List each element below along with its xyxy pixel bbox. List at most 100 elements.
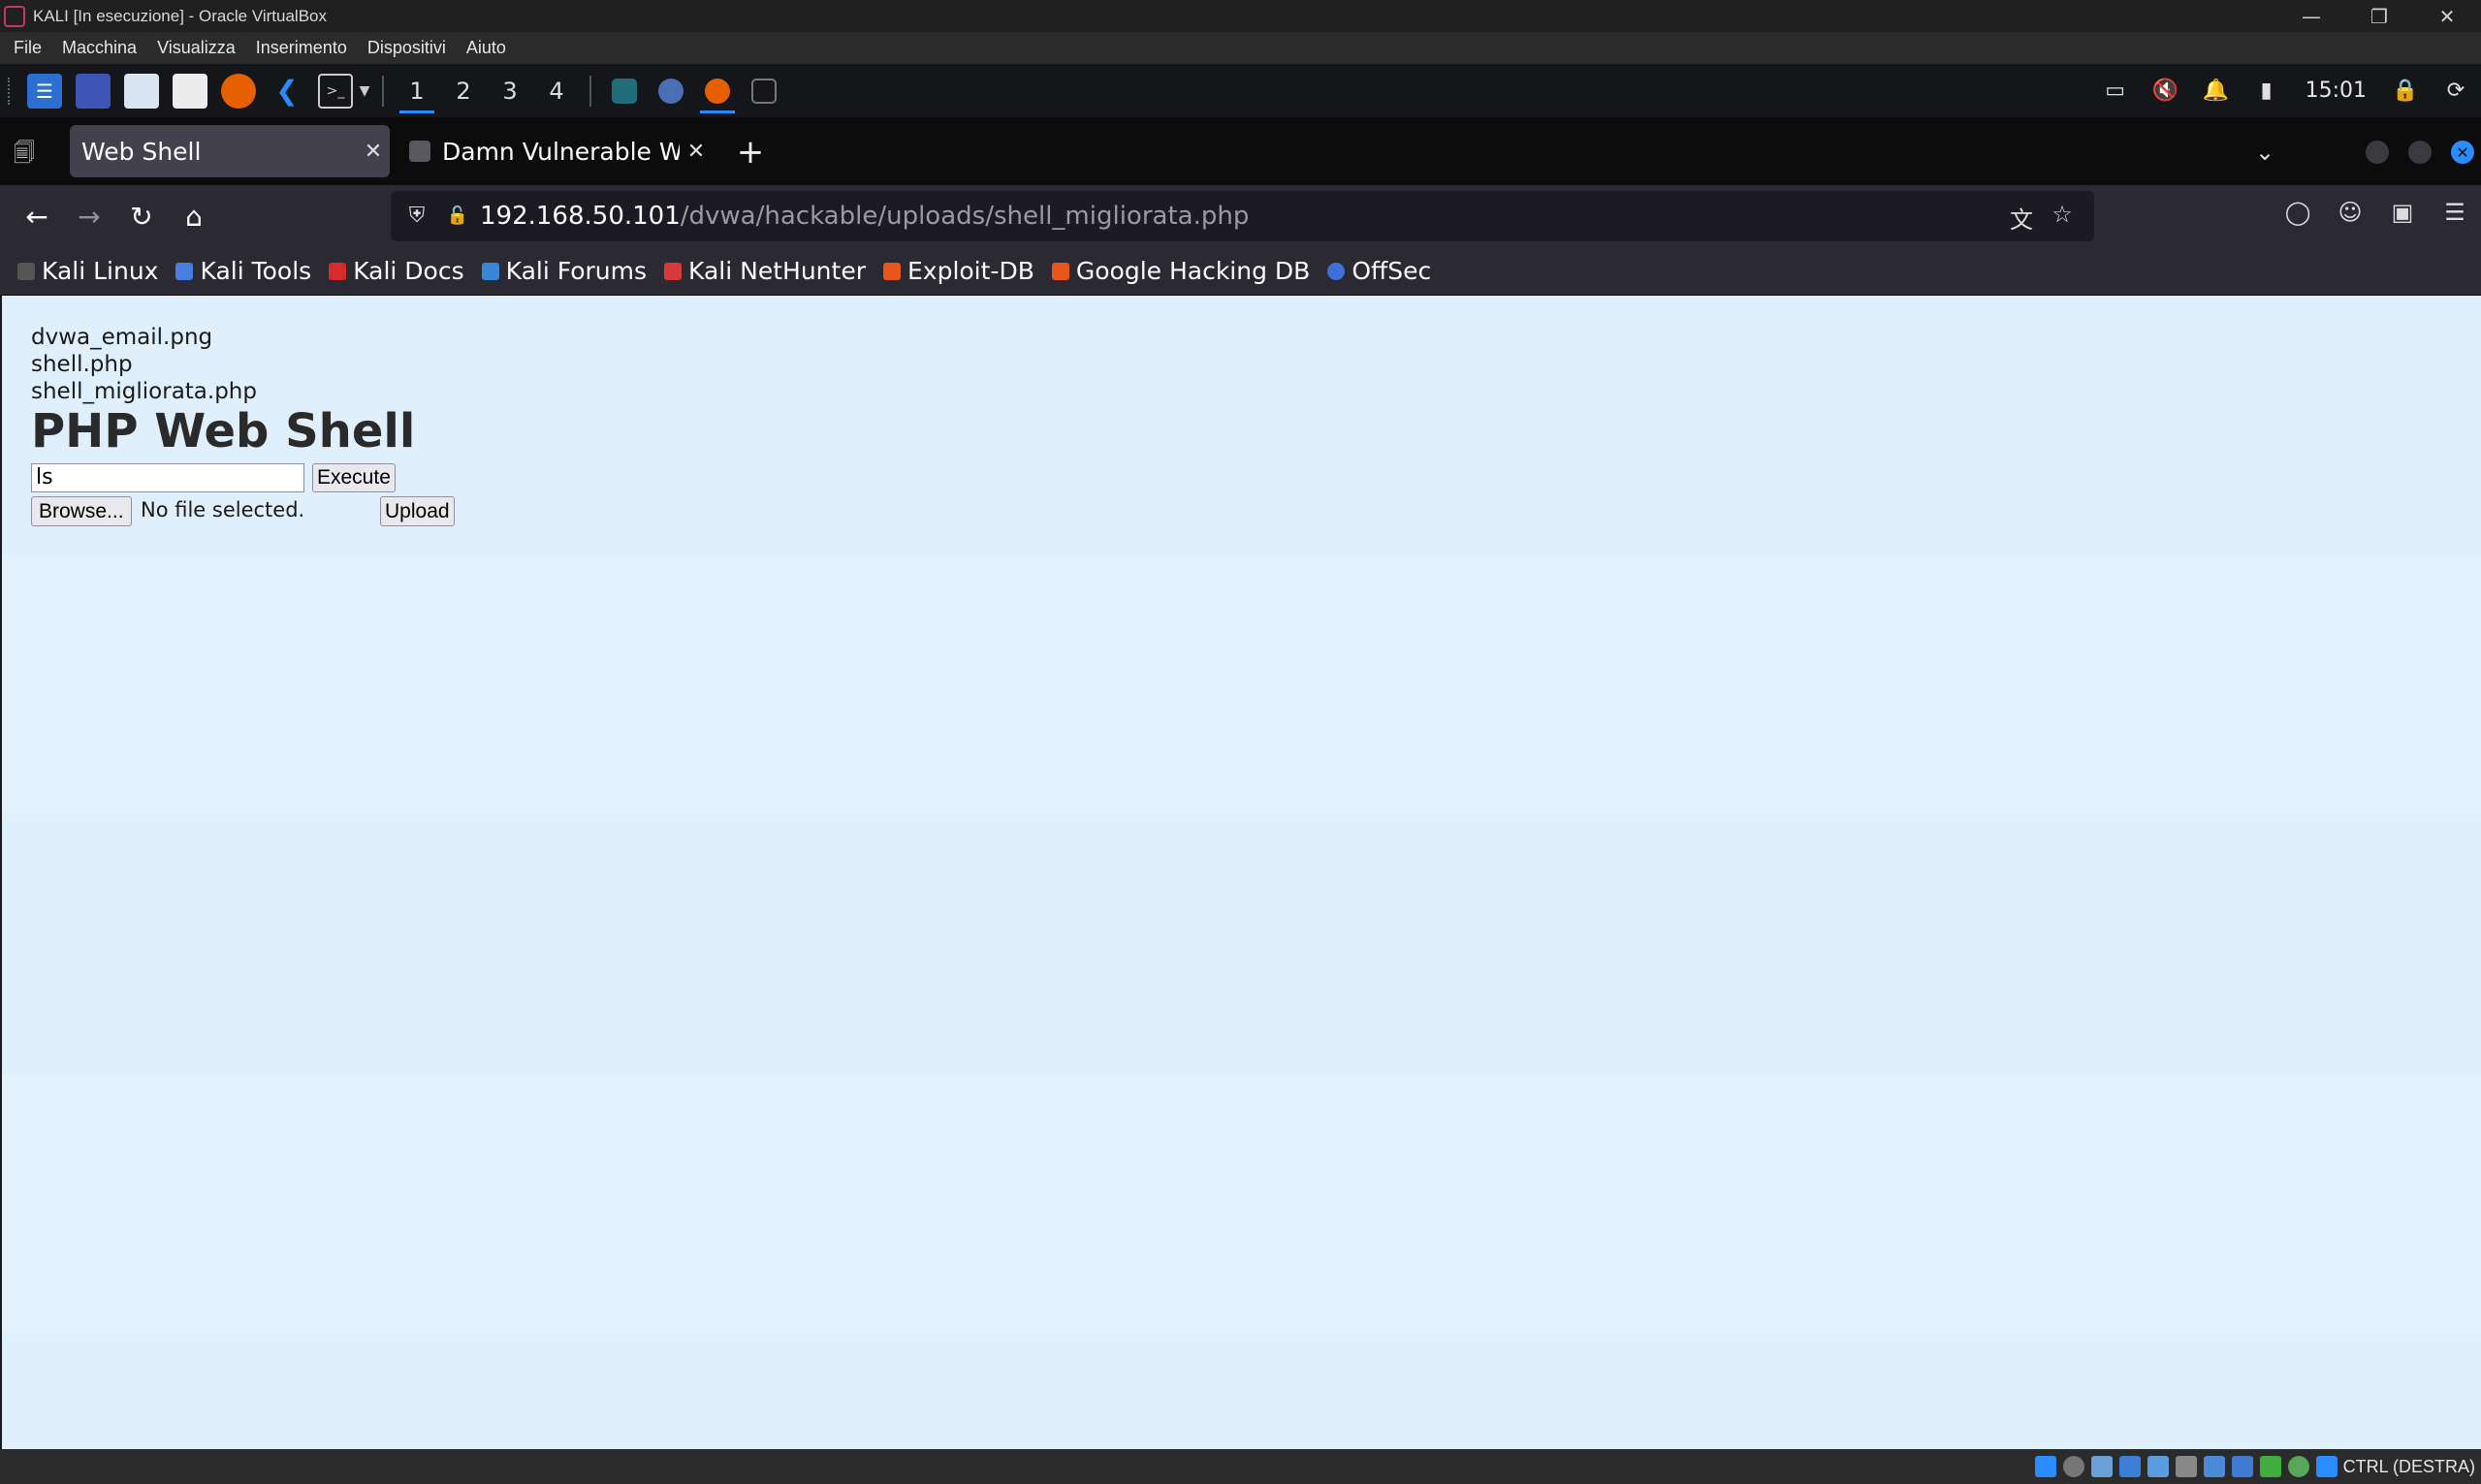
- close-browser-icon[interactable]: ✕: [2451, 141, 2474, 164]
- chevron-down-icon[interactable]: ▼: [357, 74, 372, 109]
- shared-folders-icon[interactable]: [2175, 1456, 2197, 1477]
- bookmark-kali-docs[interactable]: Kali Docs: [329, 257, 464, 285]
- lock-icon[interactable]: 🔓: [443, 202, 472, 231]
- menu-macchina[interactable]: Macchina: [62, 38, 137, 58]
- tab-label: Damn Vulnerable Web: [442, 137, 680, 166]
- command-input[interactable]: ls: [31, 463, 304, 492]
- audio-icon[interactable]: [2090, 1456, 2113, 1477]
- page-content: dvwa_email.png shell.php shell_migliorat…: [2, 296, 2481, 1449]
- usb-icon[interactable]: [2147, 1456, 2169, 1477]
- reload-icon[interactable]: ↻: [122, 199, 161, 237]
- task-chromium-icon[interactable]: [648, 64, 694, 117]
- browse-file-button[interactable]: Browse...: [31, 496, 132, 526]
- bookmark-kali-forums[interactable]: Kali Forums: [481, 257, 648, 285]
- offsec-icon: [1327, 262, 1346, 280]
- workspace-4[interactable]: 4: [533, 64, 580, 117]
- translate-icon[interactable]: 文: [2001, 201, 2042, 235]
- forward-icon[interactable]: →: [70, 199, 109, 237]
- kali-docs-icon: [329, 262, 347, 280]
- file-manager-icon[interactable]: [124, 73, 159, 109]
- account-icon[interactable]: ☺: [2324, 199, 2376, 226]
- browser-tab-strip: 🗐 Web Shell ✕ Damn Vulnerable Web ✕ + ⌄ …: [0, 117, 2481, 185]
- bookmark-kali-linux[interactable]: Kali Linux: [17, 257, 158, 285]
- bookmark-label: Kali Tools: [200, 257, 312, 285]
- firefox-view-icon[interactable]: 🗐: [14, 137, 45, 168]
- kali-tools-icon: [175, 262, 194, 280]
- optical-drive-icon[interactable]: [2062, 1456, 2084, 1477]
- menu-dispositivi[interactable]: Dispositivi: [367, 38, 446, 58]
- tracking-shield-icon[interactable]: ⛨: [402, 202, 431, 231]
- workspace-3[interactable]: 3: [487, 64, 533, 117]
- bookmark-label: Kali Docs: [353, 257, 464, 285]
- app-menu-icon[interactable]: ☰: [2429, 199, 2481, 226]
- notifications-bell-icon[interactable]: 🔔: [2191, 64, 2242, 117]
- tab-dvwa[interactable]: Damn Vulnerable Web ✕: [398, 125, 713, 177]
- bookmark-kali-nethunter[interactable]: Kali NetHunter: [664, 257, 866, 285]
- menu-aiuto[interactable]: Aiuto: [466, 38, 506, 58]
- bookmark-label: OffSec: [1352, 257, 1432, 285]
- kali-forums-icon: [481, 262, 499, 280]
- volume-muted-icon[interactable]: 🔇: [2141, 64, 2191, 117]
- new-tab-button[interactable]: +: [731, 135, 770, 174]
- bookmark-google-hacking-db[interactable]: Google Hacking DB: [1051, 257, 1310, 285]
- close-window-button[interactable]: ✕: [2413, 0, 2481, 32]
- file-listing-item: dvwa_email.png: [31, 325, 213, 350]
- bookmark-kali-tools[interactable]: Kali Tools: [175, 257, 311, 285]
- recording-icon[interactable]: [2231, 1456, 2253, 1477]
- minimize-window-button[interactable]: —: [2277, 0, 2345, 32]
- menu-file[interactable]: File: [14, 38, 42, 58]
- battery-icon[interactable]: ▮: [2242, 64, 2292, 117]
- upload-button[interactable]: Upload: [380, 496, 455, 526]
- guest-additions-icon[interactable]: [2259, 1456, 2281, 1477]
- terminal-launcher-icon[interactable]: >_: [318, 73, 353, 109]
- menu-visualizza[interactable]: Visualizza: [157, 38, 236, 58]
- url-path: /dvwa/hackable/uploads/shell_migliorata.…: [680, 202, 1250, 231]
- back-icon[interactable]: ←: [17, 199, 56, 237]
- hard-disk-icon[interactable]: [2034, 1456, 2056, 1477]
- task-burp-icon[interactable]: [601, 64, 648, 117]
- background-band: [2, 555, 2481, 815]
- window-title: KALI [In esecuzione] - Oracle VirtualBox: [33, 6, 328, 25]
- bookmark-exploit-db[interactable]: Exploit-DB: [882, 257, 1034, 285]
- extensions-icon[interactable]: ▣: [2376, 199, 2429, 226]
- mouse-integration-icon[interactable]: [2315, 1456, 2338, 1477]
- tab-label: Web Shell: [81, 137, 202, 166]
- menu-inserimento[interactable]: Inserimento: [256, 38, 347, 58]
- panel-clock[interactable]: 15:01: [2292, 79, 2380, 103]
- file-selection-status: No file selected.: [141, 498, 305, 521]
- task-terminal-icon[interactable]: [741, 64, 787, 117]
- minimize-dot-icon[interactable]: [2366, 141, 2389, 164]
- display-settings-icon[interactable]: [2203, 1456, 2225, 1477]
- display-icon[interactable]: ▭: [2090, 64, 2141, 117]
- host-key-label: CTRL (DESTRA): [2342, 1456, 2475, 1476]
- background-band: [2, 1335, 2481, 1449]
- bookmark-offsec[interactable]: OffSec: [1327, 257, 1431, 285]
- text-editor-icon[interactable]: [173, 73, 207, 109]
- task-firefox-icon[interactable]: [694, 64, 741, 117]
- lock-screen-icon[interactable]: 🔒: [2380, 64, 2431, 117]
- vscode-icon[interactable]: ❮: [270, 74, 304, 109]
- tab-web-shell[interactable]: Web Shell ✕: [70, 125, 390, 177]
- workspace-2[interactable]: 2: [440, 64, 487, 117]
- network-icon[interactable]: [2118, 1456, 2141, 1477]
- list-all-tabs-icon[interactable]: ⌄: [2255, 139, 2274, 166]
- home-icon[interactable]: ⌂: [175, 199, 213, 237]
- file-listing-item: shell.php: [31, 352, 133, 377]
- cpu-activity-icon[interactable]: [2287, 1456, 2309, 1477]
- close-tab-icon[interactable]: ✕: [357, 140, 390, 164]
- close-tab-icon[interactable]: ✕: [680, 140, 713, 164]
- kali-menu-icon[interactable]: ☰: [27, 73, 62, 109]
- restore-window-button[interactable]: ❐: [2345, 0, 2413, 32]
- desktop-icon[interactable]: [76, 73, 111, 109]
- address-bar[interactable]: ⛨ 🔓 192.168.50.101/dvwa/hackable/uploads…: [391, 191, 2094, 241]
- power-icon[interactable]: ⟳: [2431, 64, 2481, 117]
- bookmark-label: Kali Forums: [505, 257, 648, 285]
- firefox-launcher-icon[interactable]: [221, 73, 256, 109]
- maximize-dot-icon[interactable]: [2408, 141, 2432, 164]
- pocket-icon[interactable]: ◯: [2272, 199, 2324, 226]
- bookmark-star-icon[interactable]: ☆: [2042, 201, 2083, 235]
- workspace-1[interactable]: 1: [394, 64, 440, 117]
- virtualbox-titlebar: KALI [In esecuzione] - Oracle VirtualBox…: [0, 0, 2481, 32]
- bookmarks-toolbar: Kali Linux Kali Tools Kali Docs Kali For…: [0, 247, 2481, 296]
- execute-button[interactable]: Execute: [312, 463, 396, 492]
